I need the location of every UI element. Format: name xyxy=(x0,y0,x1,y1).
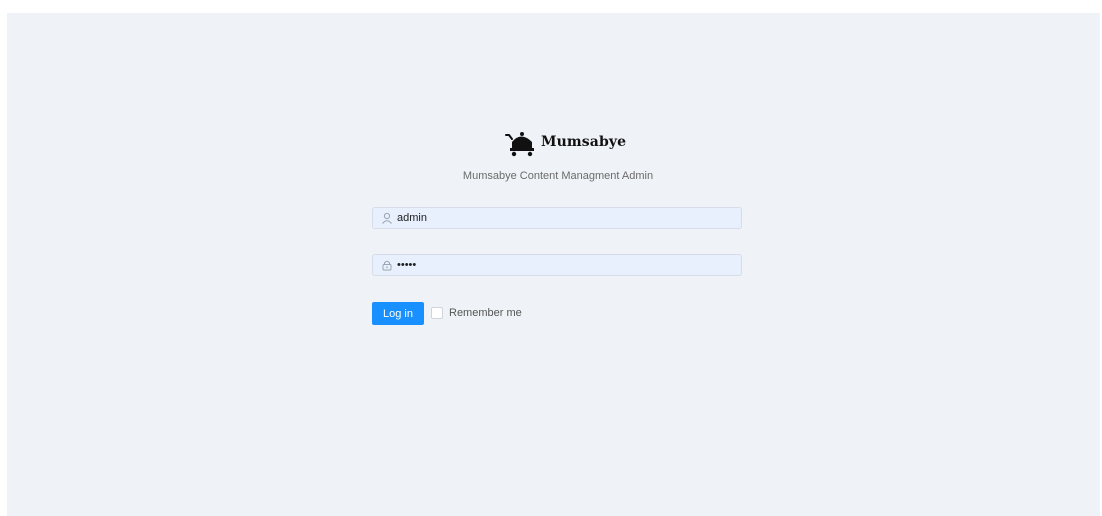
username-input[interactable] xyxy=(397,209,727,227)
password-field[interactable] xyxy=(372,254,742,276)
brand-name: Mumsabye xyxy=(541,134,627,150)
remember-me-checkbox[interactable] xyxy=(431,307,443,319)
username-field[interactable] xyxy=(372,207,742,229)
remember-me-option[interactable]: Remember me xyxy=(431,307,522,319)
remember-me-label: Remember me xyxy=(449,307,522,319)
page-subtitle: Mumsabye Content Managment Admin xyxy=(462,170,654,182)
user-icon xyxy=(382,212,392,224)
cart-logo-icon xyxy=(505,132,534,157)
password-input[interactable] xyxy=(397,256,727,274)
lock-icon xyxy=(382,260,392,271)
login-page: Mumsabye Mumsabye Content Managment Admi… xyxy=(7,13,1100,516)
login-button[interactable]: Log in xyxy=(372,302,424,325)
brand-logo: Mumsabye xyxy=(504,126,626,158)
